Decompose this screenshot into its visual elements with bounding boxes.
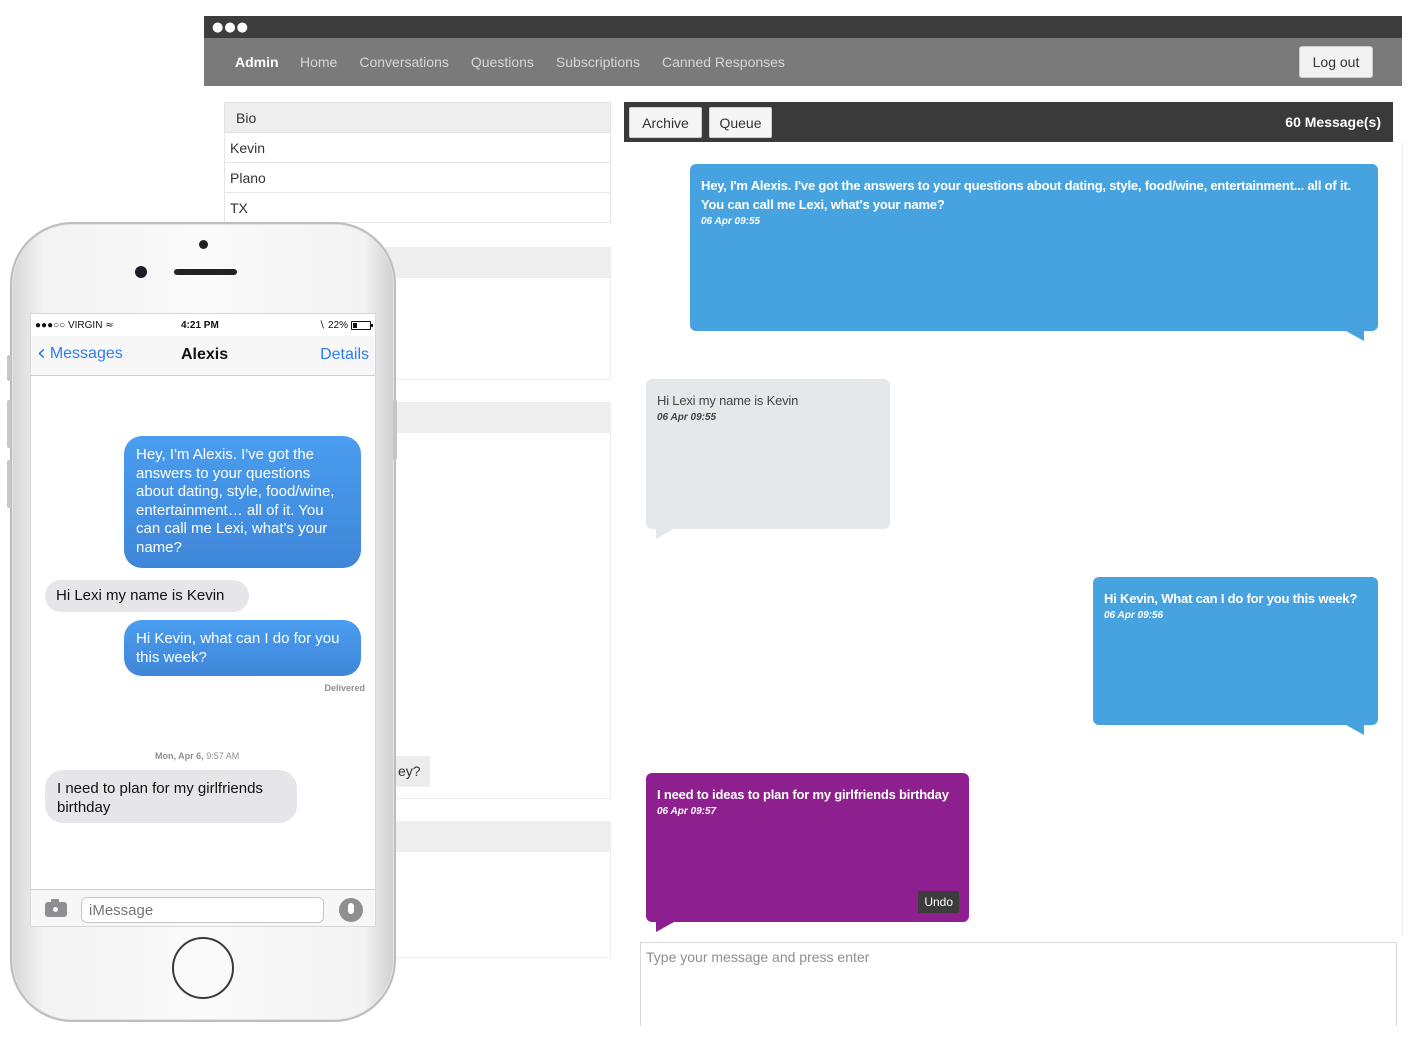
chat-message-outgoing: Hi Kevin, What can I do for you this wee… [1093, 577, 1378, 725]
volume-down-button [7, 460, 11, 508]
date-header-time: 9:57 AM [206, 751, 240, 761]
nav-link-subscriptions[interactable]: Subscriptions [556, 54, 640, 70]
message-timestamp: 06 Apr 09:55 [657, 412, 717, 423]
front-camera [135, 266, 147, 278]
message-count: 60 Message(s) [1285, 114, 1381, 130]
delivered-label: Delivered [324, 683, 365, 693]
top-navbar: Admin Home Conversations Questions Subsc… [204, 38, 1402, 86]
microphone-icon[interactable] [339, 898, 363, 922]
volume-up-button [7, 400, 11, 448]
bubble-tail [1346, 725, 1364, 735]
phone-status-bar: ●●●○○ VIRGIN ≈ 4:21 PM ∖ 22% [31, 314, 375, 336]
mute-switch [7, 355, 11, 381]
logout-button[interactable]: Log out [1299, 46, 1373, 78]
bio-row-city: Plano [224, 163, 611, 193]
conversation-date-header: Mon, Apr 6, 9:57 AM [155, 751, 239, 761]
bio-row-name: Kevin [224, 133, 611, 163]
camera-icon[interactable] [45, 899, 67, 917]
nav-brand[interactable]: Admin [235, 54, 279, 70]
message-timestamp: 06 Apr 09:57 [657, 806, 717, 817]
chat-message-outgoing: Hey, I'm Alexis. I've got the answers to… [690, 164, 1378, 331]
imessage-incoming: I need to plan for my girlfriends birthd… [45, 770, 297, 823]
message-timestamp: 06 Apr 09:56 [1104, 610, 1164, 621]
message-text: I need to ideas to plan for my girlfrien… [657, 787, 949, 802]
power-button [393, 400, 397, 460]
message-text: Hi Kevin, What can I do for you this wee… [1104, 591, 1358, 606]
message-input[interactable] [641, 943, 1396, 1026]
bluetooth-icon: ∖ [318, 320, 325, 331]
bio-state-value: TX [230, 200, 248, 216]
proximity-sensor [199, 240, 208, 249]
bio-name-value: Kevin [230, 140, 266, 156]
imessage-outgoing: Hi Kevin, what can I do for you this wee… [124, 620, 361, 676]
earpiece-speaker [174, 269, 237, 275]
battery-icon [351, 321, 373, 330]
queue-button[interactable]: Queue [709, 107, 772, 138]
wifi-icon: ≈ [105, 320, 114, 331]
window-titlebar: ●●● [204, 16, 1402, 38]
window-controls-icon[interactable]: ●●● [212, 20, 249, 35]
date-header-day: Mon, Apr 6, [155, 751, 204, 761]
imessage-input[interactable] [81, 897, 324, 923]
status-right: ∖ 22% [318, 320, 373, 331]
battery-percent: 22% [327, 320, 348, 331]
bio-city-value: Plano [230, 170, 266, 186]
nav-link-home[interactable]: Home [300, 54, 337, 70]
chevron-left-icon: ‹ [37, 341, 46, 366]
chat-message-incoming: Hi Lexi my name is Kevin 06 Apr 09:55 [646, 379, 890, 529]
contact-name: Alexis [181, 346, 229, 363]
nav-link-questions[interactable]: Questions [471, 54, 534, 70]
undo-button[interactable]: Undo [918, 891, 959, 913]
nav-link-conversations[interactable]: Conversations [359, 54, 449, 70]
imessage-input-bar [31, 889, 375, 926]
nav-links: Home Conversations Questions Subscriptio… [300, 54, 785, 70]
bubble-tail [656, 922, 674, 932]
message-text: Hey, I'm Alexis. I've got the answers to… [701, 178, 1351, 212]
status-time: 4:21 PM [181, 320, 219, 331]
panel-message-snippet: ey? [392, 756, 430, 787]
bio-header-label: Bio [236, 110, 257, 126]
phone-nav-bar: ‹ Messages Alexis Details [31, 336, 375, 376]
chat-toolbar: Archive Queue 60 Message(s) [624, 102, 1393, 142]
imessage-outgoing: Hey, I'm Alexis. I've got the answers to… [124, 436, 361, 568]
back-label: Messages [49, 345, 123, 362]
message-text: Hi Lexi my name is Kevin [657, 393, 799, 408]
imessage-incoming: Hi Lexi my name is Kevin [45, 580, 249, 612]
bio-panel-header: Bio [224, 102, 611, 133]
carrier-signal: ●●●○○ VIRGIN ≈ [35, 320, 114, 331]
archive-button[interactable]: Archive [629, 107, 702, 138]
back-button[interactable]: ‹ Messages [37, 341, 123, 366]
screenshot-root: ●●● Admin Home Conversations Questions S… [0, 0, 1414, 1040]
phone-screen: ●●●○○ VIRGIN ≈ 4:21 PM ∖ 22% ‹ Messages … [30, 313, 376, 927]
message-timestamp: 06 Apr 09:55 [701, 216, 761, 227]
bio-row-state: TX [224, 193, 611, 223]
details-button[interactable]: Details [320, 346, 369, 364]
message-composer [640, 942, 1397, 1026]
nav-link-canned-responses[interactable]: Canned Responses [662, 54, 785, 70]
home-button[interactable] [172, 937, 234, 999]
chat-message-pending: I need to ideas to plan for my girlfrien… [646, 773, 969, 922]
bubble-tail [656, 529, 674, 539]
bubble-tail [1346, 331, 1364, 341]
carrier-label: ●●●○○ VIRGIN [35, 320, 103, 331]
